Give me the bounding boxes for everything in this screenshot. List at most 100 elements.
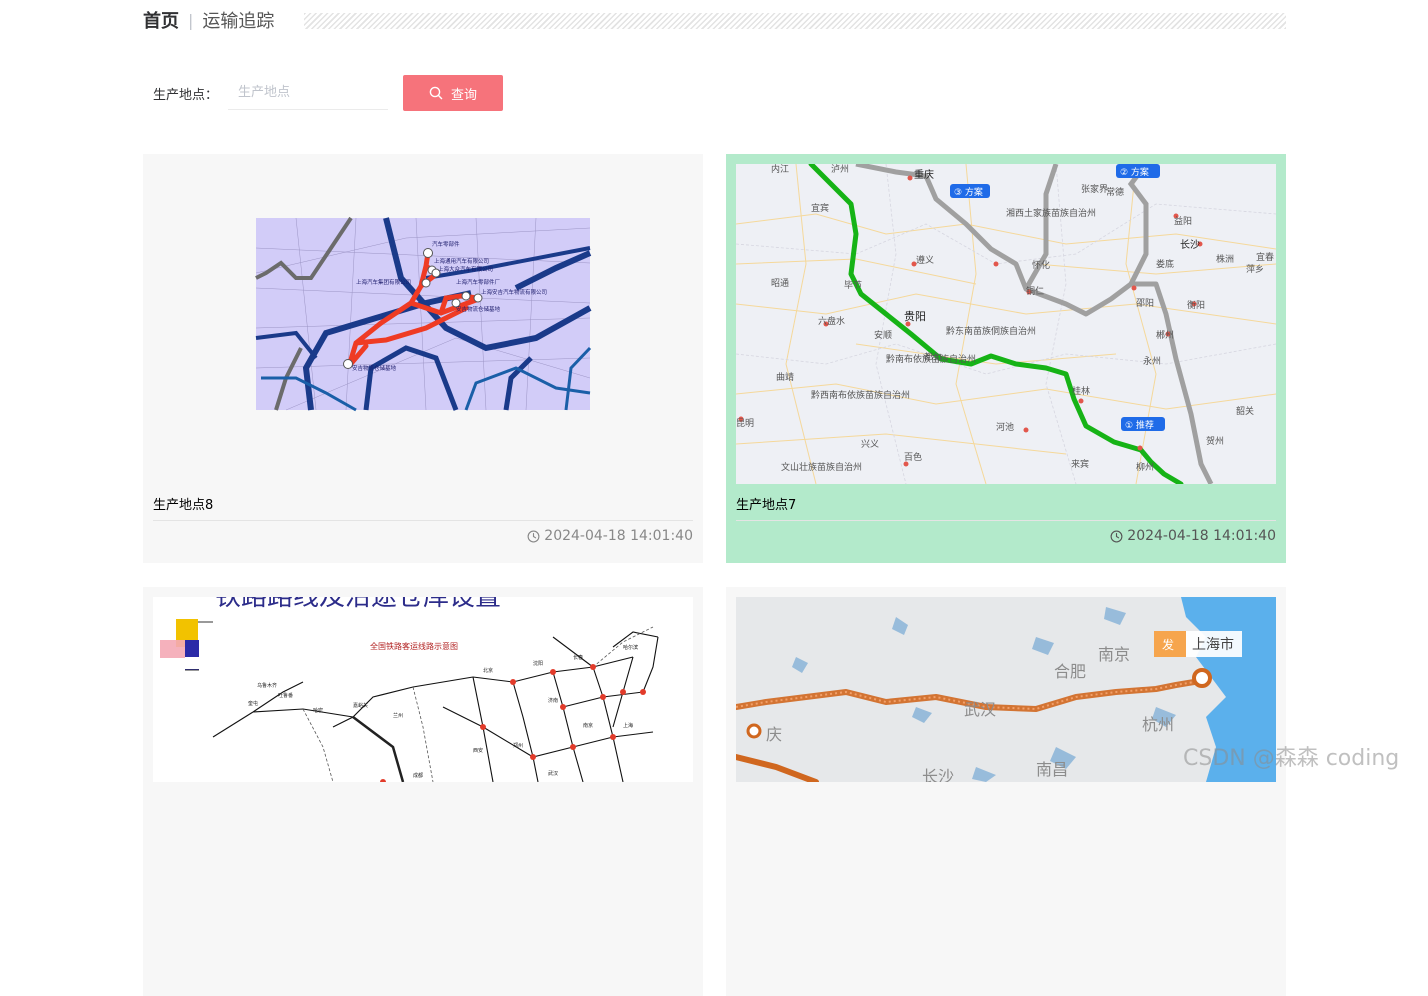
svg-text:娄底: 娄底 xyxy=(1156,258,1174,270)
svg-text:武汉: 武汉 xyxy=(548,770,558,777)
svg-text:邵阳: 邵阳 xyxy=(1136,298,1154,309)
svg-text:益阳: 益阳 xyxy=(1174,215,1192,227)
svg-text:嘉峪关: 嘉峪关 xyxy=(353,702,368,709)
header-decoration xyxy=(304,13,1286,29)
svg-text:郴州: 郴州 xyxy=(1156,329,1174,341)
svg-text:黔南布依族苗族自治州: 黔南布依族苗族自治州 xyxy=(886,353,976,365)
svg-text:铜仁: 铜仁 xyxy=(1026,285,1044,297)
map-caption: 全国铁路客运线路示意图 xyxy=(370,641,458,651)
svg-text:西安: 西安 xyxy=(473,747,483,754)
svg-text:兴义: 兴义 xyxy=(861,439,879,450)
clock-icon xyxy=(1110,530,1123,542)
card-timestamp: 2024-04-18 14:01:40 xyxy=(1110,528,1276,544)
card-timestamp-text: 2024-04-18 14:01:40 xyxy=(544,528,693,544)
search-input[interactable] xyxy=(228,76,389,110)
svg-text:南京: 南京 xyxy=(583,722,593,729)
svg-text:张家界: 张家界 xyxy=(1081,183,1108,195)
svg-text:奎屯: 奎屯 xyxy=(248,700,258,707)
svg-text:六盘水: 六盘水 xyxy=(818,315,845,327)
svg-text:上海市: 上海市 xyxy=(1192,636,1234,653)
svg-text:杭州: 杭州 xyxy=(1142,715,1174,734)
svg-text:韶关: 韶关 xyxy=(1236,405,1254,417)
csdn-watermark: CSDN @森森 coding xyxy=(1183,746,1400,771)
card-title: 生产地点8 xyxy=(153,498,214,513)
svg-text:郑州: 郑州 xyxy=(513,742,523,749)
card-map-image: 重庆 贵阳 长沙 遵义 怀化 铜仁 桂林 柳州 安顺 都匀 百色 河池 衡阳 郴… xyxy=(736,164,1276,484)
svg-text:湘西土家族苗族自治州: 湘西土家族苗族自治州 xyxy=(1006,207,1096,219)
svg-text:上海通用汽车有限公司: 上海通用汽车有限公司 xyxy=(434,257,489,265)
svg-text:萍乡: 萍乡 xyxy=(1246,264,1264,275)
svg-text:重庆: 重庆 xyxy=(914,168,934,181)
svg-text:汽车零部件: 汽车零部件 xyxy=(432,240,460,248)
svg-text:上海: 上海 xyxy=(623,722,633,729)
card-map-image: 汽车零部件 上海通用汽车有限公司 上海大众汽车有限公司 上海汽车集团有限公司 上… xyxy=(153,164,693,484)
breadcrumb-home[interactable]: 首页 xyxy=(143,7,179,33)
svg-text:河池: 河池 xyxy=(996,421,1014,433)
transport-card[interactable]: 汽车零部件 上海通用汽车有限公司 上海大众汽车有限公司 上海汽车集团有限公司 上… xyxy=(143,154,703,563)
card-divider xyxy=(736,520,1276,521)
svg-text:内江: 内江 xyxy=(771,164,789,175)
svg-text:上海汽车集团有限公司: 上海汽车集团有限公司 xyxy=(356,278,411,286)
transport-card[interactable]: 发 上海市 合肥 南京 杭州 武汉 南昌 长沙 庆 xyxy=(726,587,1286,996)
svg-text:百色: 百色 xyxy=(904,451,922,463)
svg-text:南昌: 南昌 xyxy=(1036,760,1068,779)
svg-text:贺州: 贺州 xyxy=(1206,435,1224,447)
svg-text:昭通: 昭通 xyxy=(771,278,789,289)
svg-text:永州: 永州 xyxy=(1143,355,1161,367)
svg-text:长沙: 长沙 xyxy=(922,767,954,782)
svg-text:济南: 济南 xyxy=(548,697,558,704)
svg-text:泸州: 泸州 xyxy=(831,164,849,175)
svg-text:合肥: 合肥 xyxy=(1054,662,1086,681)
svg-text:安吉物流仓储基地: 安吉物流仓储基地 xyxy=(352,364,397,372)
search-icon xyxy=(429,86,443,100)
svg-text:北京: 北京 xyxy=(483,667,493,674)
svg-text:吐鲁番: 吐鲁番 xyxy=(278,692,293,699)
card-title: 生产地点7 xyxy=(736,498,797,513)
svg-text:南京: 南京 xyxy=(1098,645,1130,664)
transport-card[interactable]: 铁路路线及沿途仓库设置 全国铁路客运线路示意图 乌鲁木齐 吐鲁番 奎屯 哈密 嘉… xyxy=(143,587,703,996)
card-timestamp-text: 2024-04-18 14:01:40 xyxy=(1127,528,1276,544)
svg-text:黔西南布依族苗族自治州: 黔西南布依族苗族自治州 xyxy=(811,389,910,401)
svg-text:宜宾: 宜宾 xyxy=(811,202,829,214)
svg-text:上海汽车零部件厂: 上海汽车零部件厂 xyxy=(456,278,501,286)
breadcrumb: 首页 | 运输追踪 xyxy=(143,6,274,34)
card-timestamp: 2024-04-18 14:01:40 xyxy=(527,528,693,544)
svg-text:柳州: 柳州 xyxy=(1136,461,1154,473)
map-heading: 铁路路线及沿途仓库设置 xyxy=(215,597,501,612)
svg-text:株洲: 株洲 xyxy=(1216,253,1234,265)
card-divider xyxy=(153,520,693,521)
svg-text:长春: 长春 xyxy=(573,654,583,661)
svg-text:庆: 庆 xyxy=(766,725,782,744)
svg-text:哈尔滨: 哈尔滨 xyxy=(623,644,638,651)
svg-text:兰州: 兰州 xyxy=(393,712,403,719)
svg-text:上海大众汽车有限公司: 上海大众汽车有限公司 xyxy=(438,265,493,273)
search-form: 生产地点： xyxy=(153,75,389,111)
breadcrumb-current: 运输追踪 xyxy=(202,11,275,32)
svg-text:发: 发 xyxy=(1162,637,1174,652)
svg-text:沈阳: 沈阳 xyxy=(533,660,543,667)
svg-text:哈密: 哈密 xyxy=(313,707,323,714)
breadcrumb-separator: | xyxy=(188,10,194,30)
svg-text:② 方案: ② 方案 xyxy=(1120,166,1149,178)
svg-text:贵阳: 贵阳 xyxy=(904,310,926,323)
svg-text:曲靖: 曲靖 xyxy=(776,371,794,383)
svg-text:昆明: 昆明 xyxy=(736,418,754,429)
svg-text:宜春: 宜春 xyxy=(1256,251,1274,263)
svg-text:毕节: 毕节 xyxy=(844,279,862,291)
svg-text:怀化: 怀化 xyxy=(1032,259,1050,271)
svg-text:武汉: 武汉 xyxy=(964,700,996,719)
search-button[interactable]: 查询 xyxy=(403,75,503,111)
svg-text:黔东南苗族侗族自治州: 黔东南苗族侗族自治州 xyxy=(946,325,1036,337)
search-button-label: 查询 xyxy=(450,87,477,103)
svg-text:来宾: 来宾 xyxy=(1071,458,1089,470)
svg-text:成都: 成都 xyxy=(413,772,423,779)
svg-text:上海安吉汽车物流有限公司: 上海安吉汽车物流有限公司 xyxy=(481,288,547,296)
transport-card-selected[interactable]: 重庆 贵阳 长沙 遵义 怀化 铜仁 桂林 柳州 安顺 都匀 百色 河池 衡阳 郴… xyxy=(726,154,1286,563)
svg-text:衡阳: 衡阳 xyxy=(1187,299,1205,311)
clock-icon xyxy=(527,530,540,542)
svg-text:桂林: 桂林 xyxy=(1072,385,1090,397)
svg-text:乌鲁木齐: 乌鲁木齐 xyxy=(257,682,277,689)
search-label: 生产地点： xyxy=(153,87,219,103)
svg-text:文山壮族苗族自治州: 文山壮族苗族自治州 xyxy=(781,461,862,473)
svg-text:遵义: 遵义 xyxy=(916,254,934,266)
